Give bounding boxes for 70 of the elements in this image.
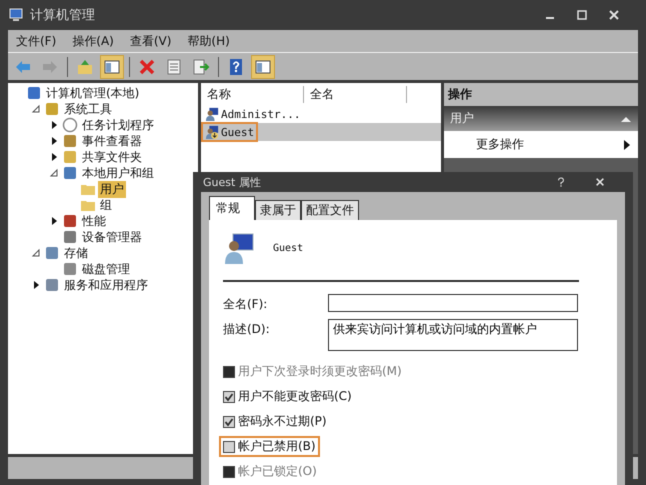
actions-header: 操作 [444,83,638,106]
window-title: 计算机管理 [30,7,95,24]
tree-item[interactable]: 用户 [98,180,126,198]
column-header[interactable]: 全名 [304,86,407,102]
field-label: 描述(D): [223,321,271,338]
close-icon[interactable] [608,9,620,21]
expanded-arrow-icon[interactable] [31,248,41,258]
tree-tool-icon[interactable] [100,54,124,78]
menu-item[interactable]: 查看(V) [130,32,172,50]
collapsed-arrow-icon[interactable] [49,136,59,146]
submenu-arrow-icon [624,140,630,150]
checkbox-option[interactable]: 用户不能更改密码(C) [219,386,356,407]
tree-item[interactable]: 计算机管理(本地) [44,84,142,102]
menu-item[interactable]: 帮助(H) [187,32,230,50]
field-label: 全名(F): [223,296,268,313]
user-name: Guest [221,126,254,138]
list-row[interactable]: Administr... [201,105,441,123]
user-name: Administr... [221,108,300,120]
node-icon [62,261,78,277]
tree-item[interactable]: 任务计划程序 [80,116,156,134]
tree-item[interactable]: 服务和应用程序 [62,276,150,294]
tree-item[interactable]: 共享文件夹 [80,148,144,166]
checkbox[interactable] [223,440,235,452]
tab[interactable]: 配置文件 [301,200,359,220]
tree-item[interactable]: 本地用户和组 [80,164,156,182]
user-name: Guest [273,242,304,254]
tab[interactable]: 隶属于 [255,200,301,220]
node-icon [62,133,78,149]
tree-item[interactable]: 事件查看器 [80,132,144,150]
node-icon [26,85,42,101]
pane-tool-icon[interactable] [251,54,275,78]
help-icon[interactable] [557,177,565,187]
clock-icon [62,117,78,133]
computer-icon [8,7,24,23]
checkbox-option[interactable]: 密码永不过期(P) [219,411,331,432]
dialog-title: Guest 属性 [203,174,261,190]
menu-item[interactable]: 操作(A) [72,32,114,50]
node-icon [44,277,60,293]
node-icon [62,149,78,165]
full-name-field[interactable] [328,294,578,312]
action-item[interactable]: 更多操作 [444,131,638,158]
node-icon [62,229,78,245]
caret-icon [620,114,632,122]
node-icon [44,101,60,117]
node-icon [62,213,78,229]
user-avatar-icon [223,232,255,264]
collapsed-arrow-icon[interactable] [49,120,59,130]
tree-item[interactable]: 设备管理器 [80,228,144,246]
checkbox[interactable] [223,416,235,428]
close-icon[interactable] [595,177,605,187]
tab[interactable]: 常规 [209,196,255,220]
expanded-arrow-icon[interactable] [31,104,41,114]
description-field[interactable]: 供来宾访问计算机或访问域的内置帐户 [328,319,578,351]
tree-item[interactable]: 组 [98,196,114,214]
actions-section-header[interactable]: 用户 [444,106,638,131]
collapsed-arrow-icon[interactable] [49,216,59,226]
checkbox-option[interactable]: 帐户已禁用(B) [219,436,320,457]
tree-item[interactable]: 系统工具 [62,100,114,118]
tree-item[interactable]: 存储 [62,244,90,262]
expanded-arrow-icon[interactable] [49,168,59,178]
checkbox[interactable] [223,390,235,402]
menu-item[interactable]: 文件(F) [16,32,56,50]
collapsed-arrow-icon[interactable] [49,152,59,162]
tree-item[interactable]: 磁盘管理 [80,260,132,278]
maximize-icon[interactable] [576,9,588,21]
collapsed-arrow-icon[interactable] [31,280,41,290]
node-icon [62,165,78,181]
tree-item[interactable]: 性能 [80,212,108,230]
node-icon [44,245,60,261]
column-header[interactable]: 名称 [201,86,304,102]
